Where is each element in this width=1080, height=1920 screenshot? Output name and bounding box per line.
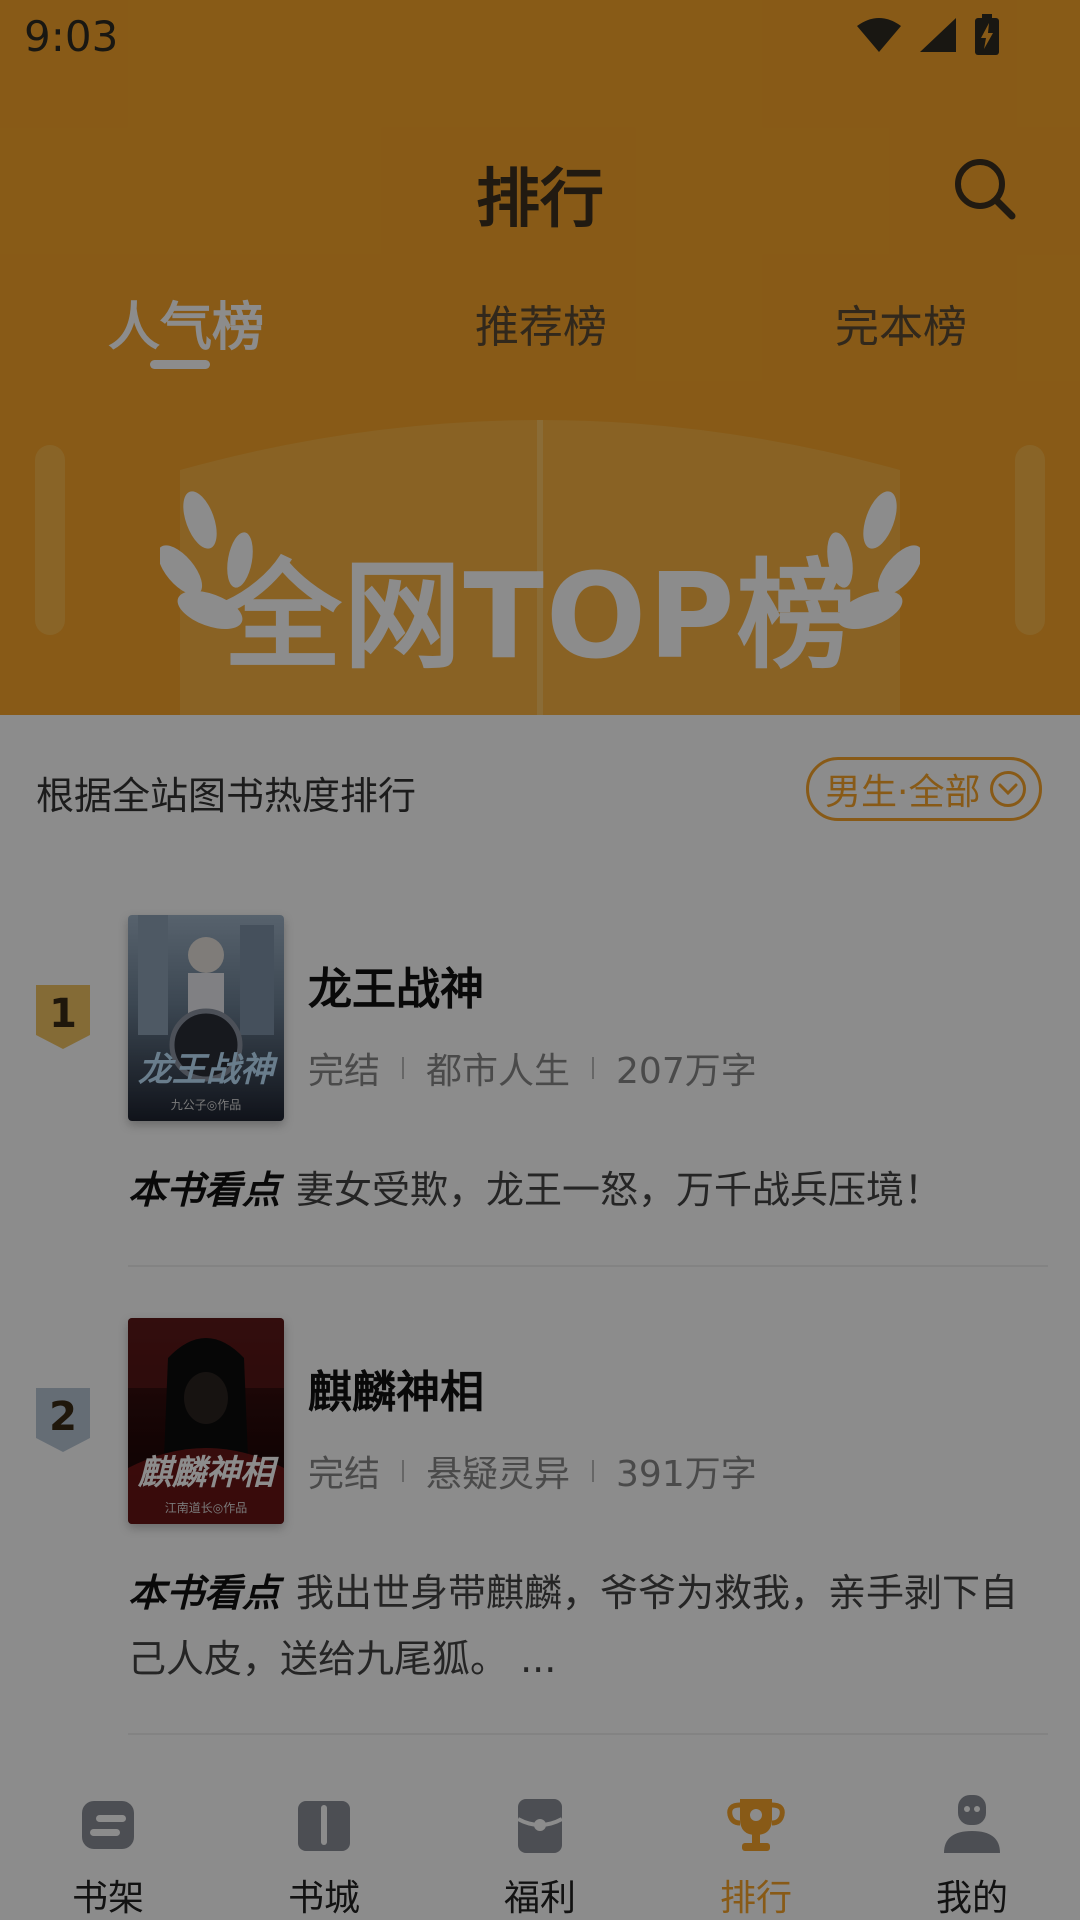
- gender-filter-button[interactable]: 男生·全部: [806, 757, 1042, 821]
- trophy-icon: [727, 1799, 785, 1851]
- nav-label: 书城: [287, 1878, 360, 1919]
- highlight-label: 本书看点: [128, 1571, 281, 1615]
- battery-icon: [975, 14, 999, 55]
- page-title: 排行: [476, 163, 604, 237]
- gift-icon: [517, 1799, 563, 1853]
- nav-ranking[interactable]: 排行: [676, 1793, 836, 1920]
- bookshelf-icon: [82, 1801, 134, 1849]
- book-meta: 完结 悬疑灵异 391万字: [308, 1445, 757, 1497]
- book-cover[interactable]: 麒麟神相 江南道长◎作品: [128, 1318, 284, 1524]
- meta-separator: [402, 1460, 405, 1482]
- book-word-count: 391万字: [616, 1454, 757, 1495]
- ranking-tabs: 人气榜 推荐榜 完本榜: [0, 285, 1080, 369]
- tab-popular[interactable]: 人气榜: [108, 285, 264, 360]
- nav-label: 福利: [503, 1878, 576, 1919]
- nav-label: 排行: [719, 1878, 792, 1919]
- title-row: 排行: [0, 140, 1080, 240]
- ranking-description: 根据全站图书热度排行: [36, 774, 417, 818]
- search-icon[interactable]: [950, 154, 1020, 224]
- profile-icon: [944, 1795, 1000, 1853]
- cover-title: 麒麟神相: [138, 1453, 274, 1493]
- meta-separator: [592, 1057, 595, 1079]
- book-word-count: 207万字: [616, 1051, 757, 1092]
- ranking-list: 根据全站图书热度排行 男生·全部 1 龙王战神 九公子◎作品 龙王战神 完结 都…: [0, 715, 1080, 1775]
- nav-bookshelf[interactable]: 书架: [28, 1793, 188, 1920]
- nav-label: 我的: [935, 1878, 1008, 1919]
- signal-icon: [920, 18, 956, 52]
- book-highlight: 本书看点 妻女受欺，龙王一怒，万千战兵压境！: [128, 1157, 1028, 1223]
- header: 9:03 排行 人气榜 推荐榜 完本榜 全网TOP榜: [0, 0, 1080, 715]
- book-genre: 都市人生: [426, 1051, 571, 1092]
- bottom-nav: 书架 书城 福利 排行 我的: [0, 1775, 1080, 1920]
- nav-bookstore[interactable]: 书城: [244, 1793, 404, 1920]
- divider: [128, 1265, 1048, 1267]
- tab-recommend[interactable]: 推荐榜: [475, 291, 607, 355]
- status-time: 9:03: [24, 12, 119, 61]
- rank-number: 1: [49, 991, 77, 1037]
- banner-title: 全网TOP榜: [223, 547, 857, 685]
- book-item[interactable]: 2 麒麟神相 江南道长◎作品 麒麟神相 完结 悬疑灵异 391万字 本书看点 我出…: [0, 1318, 1080, 1718]
- highlight-text: 妻女受欺，龙王一怒，万千战兵压境！: [296, 1168, 943, 1212]
- book-status: 完结: [308, 1051, 381, 1092]
- cover-author: 江南道长◎作品: [164, 1501, 248, 1515]
- nav-label: 书架: [71, 1878, 144, 1919]
- meta-separator: [592, 1460, 595, 1482]
- book-highlight: 本书看点 我出世身带麒麟，爷爷为救我，亲手剥下自己人皮，送给九尾狐。 ...: [128, 1560, 1028, 1692]
- wifi-icon: [857, 18, 901, 52]
- chevron-down-icon: [990, 771, 1027, 807]
- book-cover[interactable]: 龙王战神 九公子◎作品: [128, 915, 284, 1121]
- tab-completed[interactable]: 完本榜: [835, 291, 967, 355]
- book-status: 完结: [308, 1454, 381, 1495]
- book-title[interactable]: 麒麟神相: [308, 1356, 484, 1420]
- status-bar: 9:03: [0, 0, 1080, 72]
- meta-separator: [402, 1057, 405, 1079]
- cover-title: 龙王战神: [138, 1050, 274, 1090]
- rank-number: 2: [49, 1394, 77, 1440]
- tab-underline: [150, 360, 210, 369]
- book-genre: 悬疑灵异: [426, 1454, 571, 1495]
- nav-profile[interactable]: 我的: [892, 1793, 1052, 1920]
- book-meta: 完结 都市人生 207万字: [308, 1042, 757, 1094]
- top-banner: 全网TOP榜: [0, 390, 1080, 715]
- book-icon: [298, 1801, 350, 1851]
- book-item[interactable]: 1 龙王战神 九公子◎作品 龙王战神 完结 都市人生 207万字 本书看点 妻女受…: [0, 915, 1080, 1275]
- highlight-label: 本书看点: [128, 1168, 281, 1212]
- book-title[interactable]: 龙王战神: [308, 953, 484, 1017]
- rank-badge-gold: 1: [36, 985, 90, 1049]
- nav-welfare[interactable]: 福利: [460, 1793, 620, 1920]
- cover-author: 九公子◎作品: [170, 1098, 242, 1112]
- divider: [128, 1733, 1048, 1735]
- filter-label: 男生·全部: [825, 772, 981, 813]
- status-icons: [856, 14, 1000, 56]
- rank-badge-silver: 2: [36, 1388, 90, 1452]
